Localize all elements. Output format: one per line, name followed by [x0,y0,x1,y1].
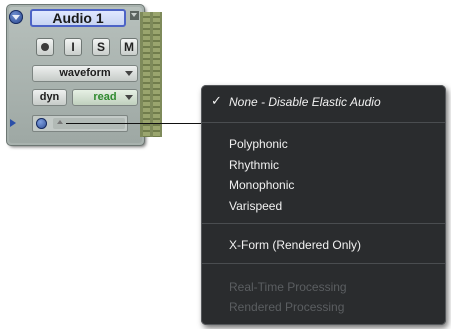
menu-item-rhythmic[interactable]: Rhythmic [229,158,279,172]
menu-item-monophonic[interactable]: Monophonic [229,178,294,192]
level-meter [140,12,162,137]
track-name-field[interactable]: Audio 1 [30,9,126,27]
menu-item-polyphonic[interactable]: Polyphonic [229,137,288,151]
menu-separator [202,122,445,123]
record-icon [41,43,49,51]
elastic-audio-icon[interactable] [36,118,47,129]
menu-item-none[interactable]: None - Disable Elastic Audio [229,95,381,109]
input-monitor-button[interactable]: I [64,38,82,56]
track-expand-icon[interactable] [9,10,23,24]
meter-menu-icon[interactable] [130,11,139,20]
record-enable-button[interactable] [36,38,54,56]
solo-button[interactable]: S [92,38,110,56]
mute-button[interactable]: M [120,38,138,56]
track-view-label: waveform [59,67,111,79]
play-indicator-icon [10,119,16,127]
dyn-button[interactable]: dyn [32,89,67,106]
menu-separator [202,263,445,264]
automation-mode-selector[interactable]: read [72,89,138,106]
chevron-down-icon [125,95,133,100]
automation-mode-label: read [93,91,117,103]
menu-item-varispeed[interactable]: Varispeed [229,199,282,213]
menu-item-rendered-processing: Rendered Processing [229,300,345,314]
menu-item-x-form[interactable]: X-Form (Rendered Only) [229,238,361,252]
menu-separator [202,223,445,224]
chevron-down-icon [125,71,133,76]
callout-line [66,123,203,124]
menu-item-real-time-processing: Real-Time Processing [229,280,347,294]
track-view-selector[interactable]: waveform [32,65,138,82]
elastic-audio-menu: ✓ None - Disable Elastic Audio Polyphoni… [201,85,446,325]
checkmark-icon: ✓ [211,93,222,108]
